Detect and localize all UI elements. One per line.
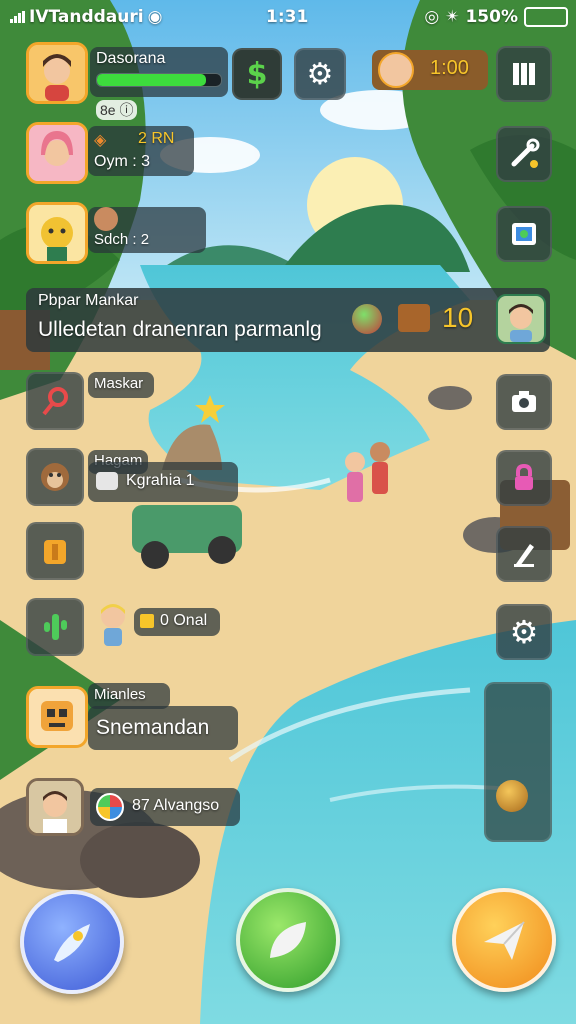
cash-button[interactable]: $ (232, 48, 282, 100)
gear-icon: ⚙ (509, 613, 539, 651)
travel-button[interactable] (452, 888, 556, 992)
npc-hagam-button[interactable] (26, 448, 84, 506)
gem-icon (352, 304, 382, 334)
status-bar: IVTanddauri ◉ 1:31 ◎ ✴ 150% (0, 0, 576, 34)
mianles-label: Mianles (94, 686, 146, 703)
pin-icon (42, 387, 68, 416)
bluetooth-icon: ✴ (445, 7, 460, 27)
mini-avatar-icon (94, 207, 118, 231)
bottom-badge-panel: 87 Alvangso (90, 788, 240, 826)
map-icon (512, 223, 536, 245)
pet-avatar[interactable] (26, 202, 88, 264)
side-drawer[interactable] (484, 682, 552, 842)
tag-icon (140, 614, 154, 628)
friend-panel-1: ◈ 2 RN Oym : 3 (88, 126, 194, 176)
tools-button[interactable] (496, 126, 552, 182)
explorer-avatar[interactable] (26, 778, 84, 836)
map-pin-button[interactable] (26, 372, 84, 430)
plane-icon (484, 921, 525, 960)
boost-button[interactable] (20, 890, 124, 994)
npc-face-icon (378, 52, 414, 88)
coconut-icon (496, 780, 528, 812)
signal-icon (10, 11, 25, 23)
quest-banner[interactable]: Pbpar Mankar Ulledetan dranenran parmanl… (26, 288, 550, 352)
robot-avatar[interactable] (26, 686, 88, 748)
carrier: IVTanddauri ◉ (10, 7, 162, 27)
player-level: 8e ⓘ (96, 100, 138, 120)
menu-button[interactable] (496, 46, 552, 102)
friend-1-line2: Oym : 3 (94, 153, 151, 170)
battery-percent: 150% (465, 7, 518, 27)
location-icon: ◎ (424, 7, 440, 27)
xp-bar (96, 73, 222, 87)
settings-button[interactable]: ⚙ (496, 604, 552, 660)
maskar-label-panel: Maskar (88, 372, 154, 398)
cactus-icon (44, 614, 67, 640)
columns-icon (513, 63, 535, 85)
player-name: Dasorana (96, 50, 166, 67)
camera-button[interactable] (496, 374, 552, 430)
status-time: 1:31 (266, 7, 309, 27)
snemandan-panel: Snemandan (88, 706, 238, 750)
shell-icon (96, 472, 118, 490)
gear-upgrade-button[interactable]: ⚙ (294, 48, 346, 100)
bottom-badge-label: 87 Alvangso (132, 797, 220, 814)
friend-panel-2: Sdch : 2 (88, 207, 206, 253)
map-button[interactable] (496, 206, 552, 262)
coin-panel[interactable]: 1:00 (372, 50, 488, 90)
flame-icon: ◈ (94, 130, 107, 149)
quest-title: Pbpar Mankar (38, 292, 139, 309)
camera-icon (512, 391, 536, 412)
collect-button[interactable] (236, 888, 340, 992)
leaf-icon (270, 922, 306, 958)
player-panel: Dasorana (90, 47, 228, 97)
player-avatar[interactable] (26, 42, 88, 104)
lock-button[interactable] (496, 450, 552, 506)
snemandan-label: Snemandan (96, 716, 210, 739)
cog-icon: ⚙ (306, 56, 334, 92)
cactus-button[interactable] (26, 598, 84, 656)
lock-icon (515, 463, 533, 490)
quest-giver-avatar (496, 294, 546, 344)
hagam-sublabel: Kgrahia 1 (126, 472, 195, 489)
friend-2-line1: Sdch : 2 (94, 231, 150, 248)
wifi-icon: ◉ (147, 7, 163, 27)
monkey-icon (41, 463, 69, 491)
loan-panel: 0 Onal (134, 608, 220, 636)
pencil-icon (514, 544, 534, 567)
wood-crate-icon (398, 304, 430, 332)
quest-description: Ulledetan dranenran parmanlg (38, 318, 322, 341)
edit-button[interactable] (496, 526, 552, 582)
friend-1-line1: 2 RN (138, 130, 175, 147)
loan-label: 0 Onal (160, 612, 208, 629)
backpack-icon (44, 540, 66, 564)
quest-reward-value: 10 (442, 302, 474, 333)
npc-kid-icon (94, 600, 132, 648)
friend-avatar-1[interactable] (26, 122, 88, 184)
maskar-label: Maskar (94, 375, 144, 392)
battery-icon (524, 7, 568, 27)
backpack-button[interactable] (26, 522, 84, 580)
compass-icon (96, 793, 124, 821)
rocket-icon (54, 924, 90, 962)
coin-value: 1:00 (430, 57, 469, 79)
wrench-icon (511, 138, 540, 168)
hagam-sub-panel: Kgrahia 1 (88, 462, 238, 502)
carrier-label: IVTanddauri (29, 7, 144, 27)
dollar-icon: $ (246, 56, 268, 92)
